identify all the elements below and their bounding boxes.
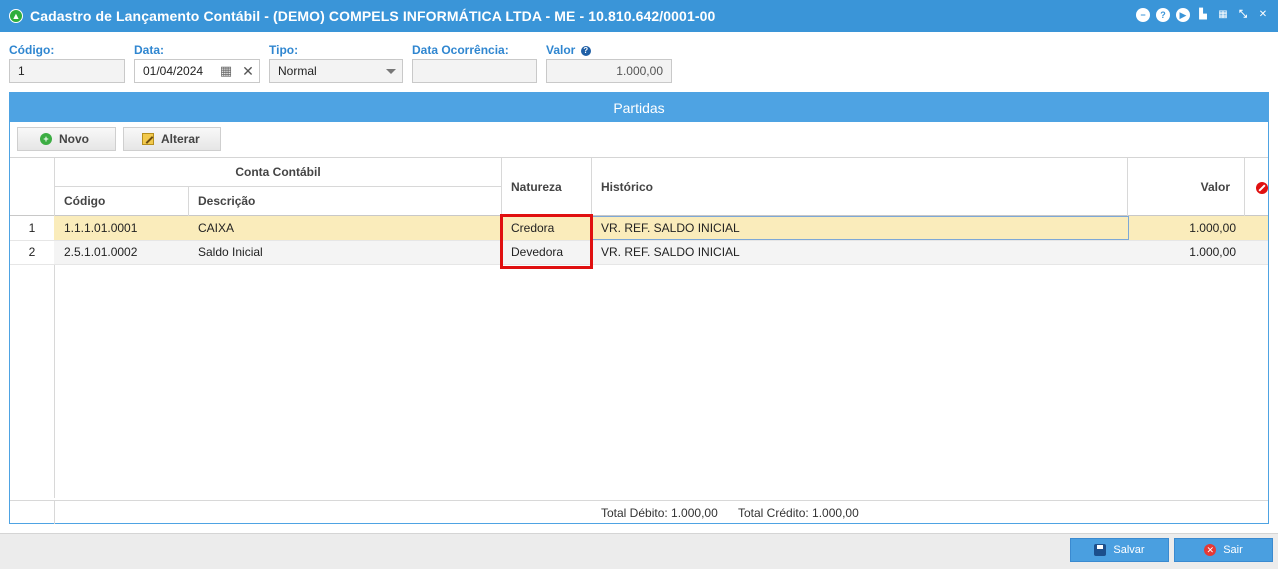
- add-icon: +: [40, 133, 52, 145]
- data-field-actions: ▦ ✕: [215, 60, 259, 82]
- row-codigo: 2.5.1.01.0002: [64, 245, 138, 259]
- row-historico: VR. REF. SALDO INICIAL: [601, 245, 740, 259]
- row-valor: 1.000,00: [1189, 221, 1236, 235]
- valor-value: 1.000,00: [616, 64, 663, 78]
- codigo-field[interactable]: 1: [9, 59, 125, 83]
- help-icon[interactable]: ?: [1156, 8, 1170, 22]
- minimize-icon[interactable]: −: [1136, 8, 1150, 22]
- save-icon: [1094, 544, 1107, 556]
- descricao-header[interactable]: Descrição: [198, 187, 255, 215]
- salvar-label: Salvar: [1113, 544, 1145, 556]
- codigo-value: 1: [18, 64, 25, 78]
- row-codigo: 1.1.1.01.0001: [64, 221, 138, 235]
- novo-button[interactable]: + Novo: [17, 127, 116, 151]
- data-field[interactable]: 01/04/2024 ▦ ✕: [134, 59, 260, 83]
- total-debito: Total Débito: 1.000,00: [601, 506, 718, 520]
- table-row[interactable]: 2 2.5.1.01.0002 Saldo Inicial Devedora V…: [10, 240, 1268, 264]
- table-row[interactable]: 1 1.1.1.01.0001 CAIXA Credora VR. REF. S…: [10, 216, 1268, 240]
- close-icon[interactable]: ✕: [1256, 8, 1270, 22]
- collapse-icon[interactable]: ⤡: [1236, 8, 1250, 22]
- row-descricao: Saldo Inicial: [198, 245, 263, 259]
- row-divider: [10, 240, 1268, 241]
- row-natureza: Credora: [511, 221, 555, 235]
- valor-label-text: Valor: [546, 43, 576, 57]
- chevron-down-icon[interactable]: [380, 60, 402, 82]
- tipo-value: Normal: [278, 64, 317, 78]
- data-value: 01/04/2024: [143, 64, 204, 78]
- sair-button[interactable]: ✕ Sair: [1174, 538, 1273, 562]
- salvar-button[interactable]: Salvar: [1070, 538, 1169, 562]
- novo-label: Novo: [59, 132, 89, 146]
- help-icon[interactable]: ?: [580, 46, 591, 56]
- tipo-select[interactable]: Normal: [269, 59, 403, 83]
- conta-contabil-header: Conta Contábil: [235, 165, 321, 179]
- calendar-icon[interactable]: ▦: [1216, 8, 1230, 22]
- row-number: 1: [10, 216, 54, 240]
- col-divider: [54, 158, 55, 498]
- footer-divider: [10, 500, 1268, 501]
- row-valor: 1.000,00: [1189, 245, 1236, 259]
- valor-header[interactable]: Valor: [1128, 158, 1234, 216]
- total-credito: Total Crédito: 1.000,00: [738, 506, 859, 520]
- header-divider: [54, 186, 502, 187]
- row-divider: [10, 264, 1268, 265]
- title-bar: ▲ Cadastro de Lançamento Contábil - (DEM…: [0, 0, 1278, 32]
- play-icon[interactable]: ▶: [1176, 8, 1190, 22]
- calendar-icon[interactable]: ▦: [215, 60, 237, 82]
- print-icon[interactable]: ▙: [1196, 8, 1210, 22]
- tipo-label: Tipo:: [269, 43, 299, 57]
- codigo-label: Código:: [9, 43, 55, 57]
- row-natureza: Devedora: [511, 245, 564, 259]
- col-divider: [188, 186, 189, 216]
- partidas-panel: Partidas + Novo Alterar Conta Contábil C…: [9, 92, 1269, 524]
- partidas-toolbar: + Novo Alterar: [17, 127, 221, 151]
- tipo-select-actions: [380, 60, 402, 82]
- alterar-label: Alterar: [161, 132, 200, 146]
- data-ocorrencia-label: Data Ocorrência:: [412, 43, 509, 57]
- row-number: 2: [10, 240, 54, 264]
- codigo-header[interactable]: Código: [64, 187, 105, 215]
- data-ocorrencia-field[interactable]: [412, 59, 537, 83]
- col-divider: [591, 158, 592, 216]
- natureza-header[interactable]: Natureza: [511, 158, 562, 216]
- col-divider: [54, 500, 55, 524]
- app-window: ▲ Cadastro de Lançamento Contábil - (DEM…: [0, 0, 1278, 569]
- app-icon: ▲: [9, 9, 23, 23]
- valor-field[interactable]: 1.000,00: [546, 59, 672, 83]
- clear-icon[interactable]: ✕: [237, 60, 259, 82]
- close-icon: ✕: [1204, 544, 1217, 556]
- valor-label: Valor ?: [546, 43, 591, 57]
- sair-label: Sair: [1223, 544, 1243, 556]
- edit-icon[interactable]: [1256, 182, 1268, 194]
- window-title: Cadastro de Lançamento Contábil - (DEMO)…: [30, 8, 716, 24]
- data-label: Data:: [134, 43, 165, 57]
- row-historico: VR. REF. SALDO INICIAL: [601, 221, 740, 235]
- col-divider: [1244, 158, 1245, 216]
- partidas-grid: Conta Contábil Código Descrição Natureza…: [10, 157, 1268, 524]
- row-descricao: CAIXA: [198, 221, 235, 235]
- alterar-button[interactable]: Alterar: [123, 127, 221, 151]
- partidas-title: Partidas: [10, 93, 1268, 122]
- historico-header[interactable]: Histórico: [601, 158, 653, 216]
- window-controls: − ? ▶ ▙ ▦ ⤡ ✕: [1136, 8, 1270, 22]
- edit-icon: [142, 133, 154, 145]
